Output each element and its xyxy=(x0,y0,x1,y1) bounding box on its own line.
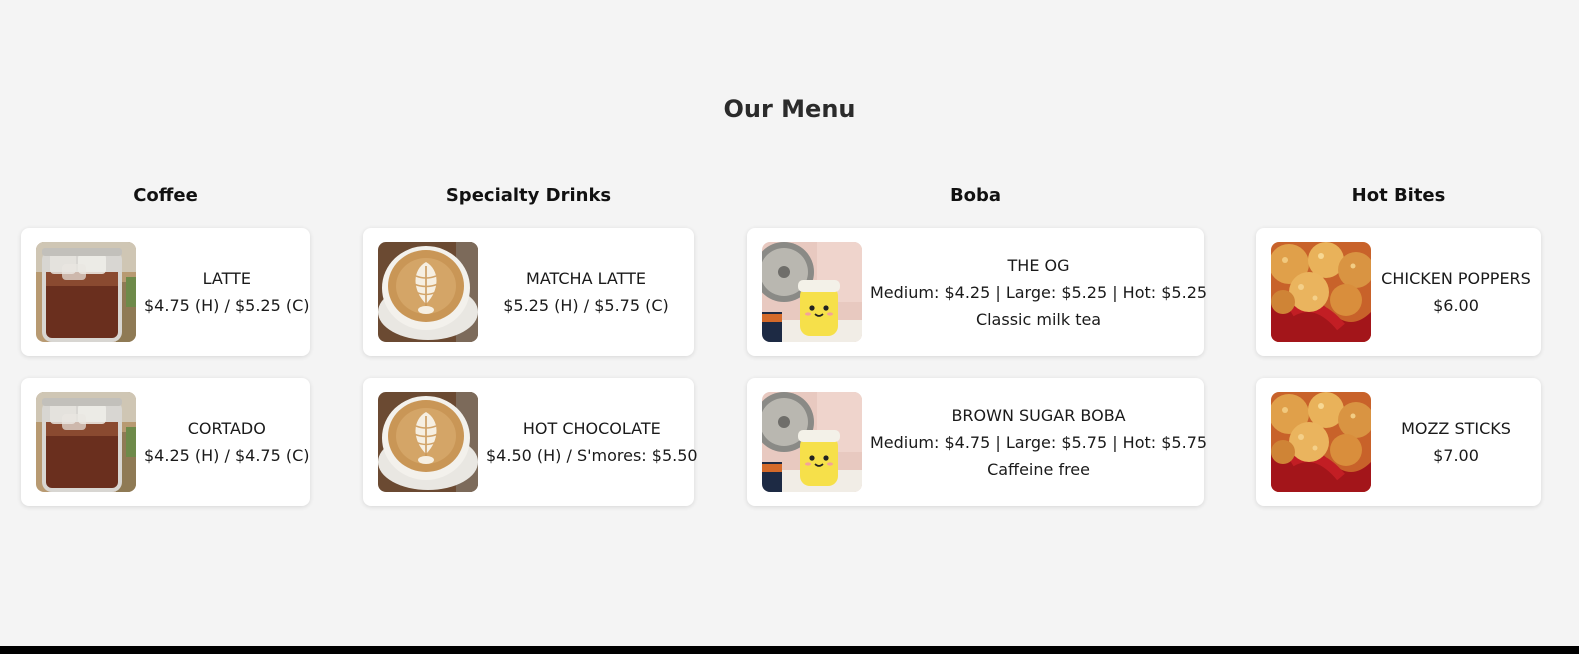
category-coffee: Coffee LATTE $4.75 (H) / $5.25 (C) CORTA… xyxy=(21,183,310,506)
menu-item-card[interactable]: MATCHA LATTE $5.25 (H) / $5.75 (C) xyxy=(363,228,694,356)
item-price: $4.50 (H) / S'mores: $5.50 xyxy=(486,446,698,465)
item-price: $7.00 xyxy=(1433,446,1479,465)
item-price: $6.00 xyxy=(1433,296,1479,315)
item-info: HOT CHOCOLATE $4.50 (H) / S'mores: $5.50 xyxy=(478,415,706,469)
item-info: BROWN SUGAR BOBA Medium: $4.75 | Large: … xyxy=(862,402,1215,483)
category-hot-bites: Hot Bites CHICKEN POPPERS $6.00 MOZZ STI… xyxy=(1256,183,1541,506)
menu-item-card[interactable]: BROWN SUGAR BOBA Medium: $4.75 | Large: … xyxy=(747,378,1207,506)
menu-item-card[interactable]: MOZZ STICKS $7.00 xyxy=(1256,378,1541,506)
fried-bites-image xyxy=(1271,392,1371,492)
item-info: MOZZ STICKS $7.00 xyxy=(1371,415,1541,469)
menu-item-card[interactable]: LATTE $4.75 (H) / $5.25 (C) xyxy=(21,228,310,356)
category-title: Coffee xyxy=(133,185,198,206)
category-boba: Boba THE OG Medium: $4.25 | Large: $5.25… xyxy=(747,183,1207,506)
item-name: LATTE xyxy=(202,269,251,288)
latte-art-image xyxy=(378,242,478,342)
category-specialty-drinks: Specialty Drinks MATCHA LATTE $5.25 (H) … xyxy=(363,183,698,506)
item-price: $5.25 (H) / $5.75 (C) xyxy=(503,296,669,315)
item-name: CHICKEN POPPERS xyxy=(1381,269,1531,288)
item-price: $4.25 (H) / $4.75 (C) xyxy=(144,446,310,465)
item-info: THE OG Medium: $4.25 | Large: $5.25 | Ho… xyxy=(862,252,1215,333)
item-info: CHICKEN POPPERS $6.00 xyxy=(1371,265,1541,319)
item-name: BROWN SUGAR BOBA xyxy=(951,405,1126,425)
item-price: Medium: $4.75 | Large: $5.75 | Hot: $5.7… xyxy=(870,432,1208,452)
item-description: Classic milk tea xyxy=(975,309,1102,329)
bottom-bar xyxy=(0,646,1579,654)
item-name: HOT CHOCOLATE xyxy=(522,419,661,438)
item-name: CORTADO xyxy=(187,419,266,438)
boba-cup-image xyxy=(762,242,862,342)
category-title: Boba xyxy=(949,185,1002,206)
menu-title: Our Menu xyxy=(723,95,856,123)
item-name: THE OG xyxy=(1007,255,1070,275)
iced-coffee-image xyxy=(36,392,136,492)
item-info: CORTADO $4.25 (H) / $4.75 (C) xyxy=(136,415,318,469)
latte-art-image xyxy=(378,392,478,492)
menu-item-card[interactable]: THE OG Medium: $4.25 | Large: $5.25 | Ho… xyxy=(747,228,1207,356)
category-title: Hot Bites xyxy=(1351,185,1446,206)
item-price: Medium: $4.25 | Large: $5.25 | Hot: $5.2… xyxy=(870,282,1208,302)
menu-item-card[interactable]: HOT CHOCOLATE $4.50 (H) / S'mores: $5.50 xyxy=(363,378,698,506)
category-title: Specialty Drinks xyxy=(445,185,612,206)
item-info: LATTE $4.75 (H) / $5.25 (C) xyxy=(136,265,318,319)
item-info: MATCHA LATTE $5.25 (H) / $5.75 (C) xyxy=(478,265,694,319)
item-price: $4.75 (H) / $5.25 (C) xyxy=(144,296,310,315)
fried-bites-image xyxy=(1271,242,1371,342)
item-description: Caffeine free xyxy=(987,459,1090,479)
menu-item-card[interactable]: CHICKEN POPPERS $6.00 xyxy=(1256,228,1541,356)
boba-cup-image xyxy=(762,392,862,492)
item-name: MOZZ STICKS xyxy=(1401,419,1511,438)
menu-item-card[interactable]: CORTADO $4.25 (H) / $4.75 (C) xyxy=(21,378,310,506)
item-name: MATCHA LATTE xyxy=(526,269,646,288)
iced-coffee-image xyxy=(36,242,136,342)
